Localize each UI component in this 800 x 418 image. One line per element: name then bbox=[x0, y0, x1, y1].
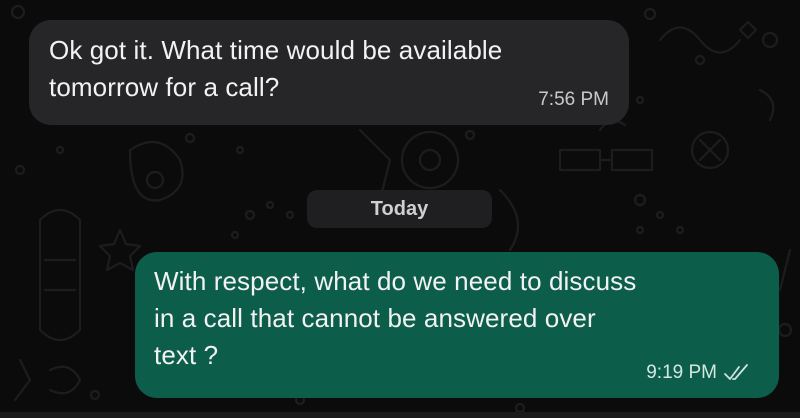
bottom-edge bbox=[0, 412, 800, 418]
message-line: With respect, what do we need to discuss bbox=[154, 266, 637, 296]
message-line: Ok got it. What time would be available bbox=[49, 35, 503, 65]
outgoing-message-text: With respect, what do we need to discuss… bbox=[154, 263, 759, 374]
incoming-message-bubble[interactable]: Ok got it. What time would be available … bbox=[29, 20, 629, 125]
message-line: tomorrow for a call? bbox=[49, 72, 280, 102]
outgoing-message-bubble[interactable]: With respect, what do we need to discuss… bbox=[135, 252, 779, 398]
date-separator: Today bbox=[307, 190, 492, 228]
message-timestamp: 7:56 PM bbox=[538, 89, 609, 110]
chat-conversation: Ok got it. What time would be available … bbox=[0, 0, 800, 418]
double-check-icon bbox=[724, 364, 748, 380]
incoming-message-text: Ok got it. What time would be available … bbox=[49, 32, 609, 106]
message-line: in a call that cannot be answered over bbox=[154, 303, 596, 333]
message-meta: 9:19 PM bbox=[646, 362, 749, 384]
message-timestamp: 9:19 PM bbox=[646, 362, 717, 383]
